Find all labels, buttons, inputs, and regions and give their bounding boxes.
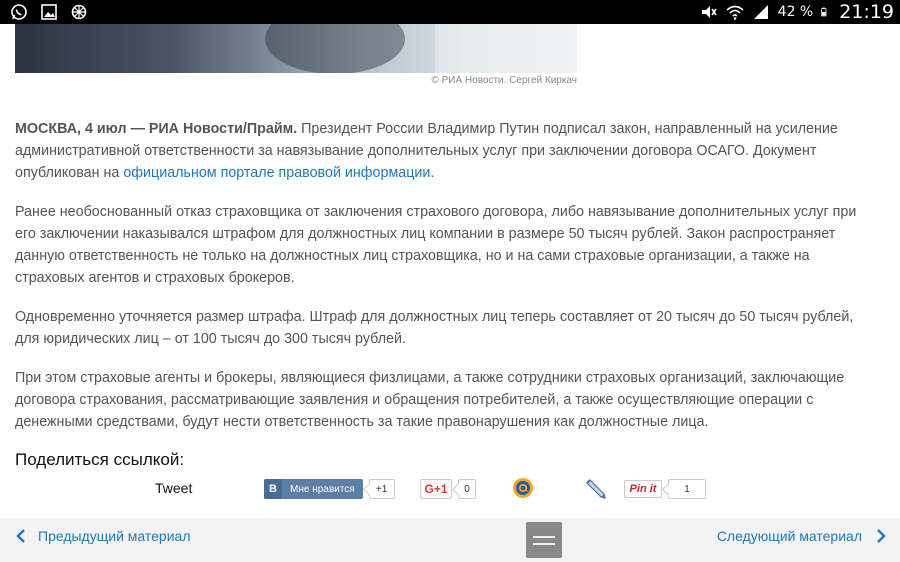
article-paragraph-2: Ранее необоснованный отказ страховщика о… [15, 204, 857, 286]
chevron-right-icon [877, 529, 886, 543]
vk-like-label: Мне нравится [290, 483, 355, 495]
article-paragraph-4: При этом страховые агенты и брокеры, явл… [15, 370, 845, 430]
wifi-icon [726, 5, 744, 20]
vk-like-count: +1 [368, 479, 395, 499]
hamburger-icon [533, 535, 555, 538]
previous-article-label: Предыдущий материал [38, 528, 191, 544]
hamburger-icon [533, 542, 555, 545]
menu-button[interactable] [526, 522, 562, 558]
chevron-left-icon [16, 529, 25, 543]
clock: 21:19 [839, 1, 894, 23]
gplus-button[interactable]: G+1 [420, 479, 452, 499]
previous-article-link[interactable]: Предыдущий материал [14, 528, 190, 544]
battery-level: 42 % [777, 4, 814, 20]
battery-icon [821, 7, 827, 17]
article-dateline: МОСКВА, 4 июл — РИА Новости/Прайм. [15, 121, 298, 137]
gplus-share: G+1 0 [420, 479, 476, 499]
pinterest-count: 1 [668, 479, 706, 499]
image-shape [435, 24, 577, 73]
mute-icon [701, 6, 717, 18]
pinterest-button[interactable]: Pin it [624, 480, 662, 498]
mailru-icon[interactable] [512, 477, 534, 499]
whatsapp-icon [11, 4, 27, 20]
share-title: Поделиться ссылкой: [15, 450, 185, 469]
gallery-icon [41, 4, 57, 20]
image-shape [265, 24, 405, 73]
pinterest-share: Pin it 1 [624, 479, 706, 499]
gplus-count: 0 [458, 479, 476, 499]
next-article-link[interactable]: Следующий материал [717, 528, 888, 544]
livejournal-icon[interactable] [585, 477, 609, 501]
next-article-label: Следующий материал [716, 528, 862, 544]
vk-icon: В [264, 479, 282, 499]
image-caption: © РИА Новости. Сергей Киркач [431, 75, 577, 86]
article-image [15, 24, 577, 73]
article-paragraph-1: МОСКВА, 4 июл — РИА Новости/Прайм. Прези… [15, 118, 880, 184]
article-body: МОСКВА, 4 июл — РИА Новости/Прайм. Прези… [15, 118, 880, 450]
vk-like-button[interactable]: В Мне нравится [264, 479, 363, 499]
status-bar-left [10, 3, 88, 21]
settings-icon [71, 4, 87, 20]
status-bar-right: 42 % 21:19 [700, 0, 894, 24]
status-bar: 42 % 21:19 [0, 0, 900, 24]
paragraph-text: . [430, 165, 435, 181]
vk-share: В Мне нравится +1 [264, 479, 395, 499]
signal-icon [753, 5, 768, 19]
article-paragraph-3: Одновременно уточняется размер штрафа. Ш… [15, 309, 854, 347]
tweet-button[interactable]: Tweet [155, 480, 192, 496]
legal-portal-link[interactable]: официальном портале правовой информации [123, 165, 430, 181]
